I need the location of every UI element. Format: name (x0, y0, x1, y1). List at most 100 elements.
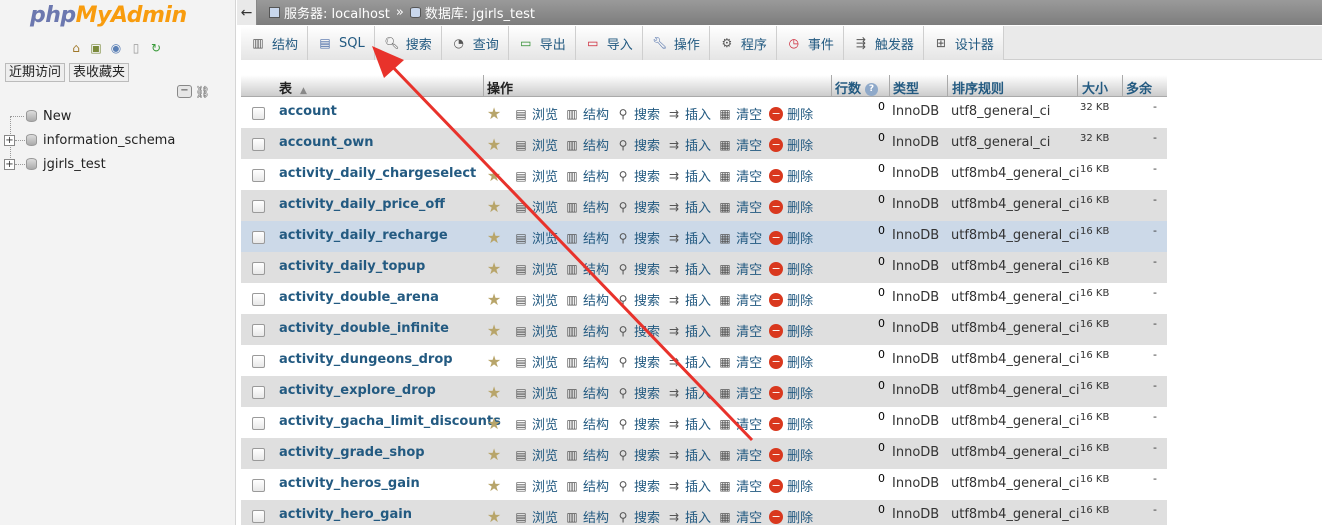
browse-action[interactable]: ▤ 浏览 (514, 321, 558, 341)
tab-routines[interactable]: ⚙ 程序 (709, 26, 777, 60)
empty-action[interactable]: ▦ 清空 (718, 507, 762, 525)
table-row[interactable]: activity_daily_price_off ★ ▤ 浏览 ▥ 结构 ⚲ 搜索 ⇉ 插入 ▦ 清空… (241, 190, 1167, 221)
table-size[interactable]: 16 KB (1080, 257, 1109, 268)
drop-action[interactable]: − 删除 (769, 352, 813, 371)
row-checkbox[interactable] (252, 231, 265, 244)
table-name-link[interactable]: activity_daily_recharge (279, 228, 448, 243)
structure-action[interactable]: ▥ 结构 (565, 104, 609, 124)
drop-action[interactable]: − 删除 (769, 197, 813, 216)
insert-action[interactable]: ⇉ 插入 (667, 476, 711, 496)
structure-action[interactable]: ▥ 结构 (565, 507, 609, 525)
structure-action[interactable]: ▥ 结构 (565, 290, 609, 310)
table-size[interactable]: 16 KB (1080, 226, 1109, 237)
table-size[interactable]: 16 KB (1080, 412, 1109, 423)
table-name-link[interactable]: activity_hero_gain (279, 507, 412, 522)
browse-action[interactable]: ▤ 浏览 (514, 135, 558, 155)
browse-action[interactable]: ▤ 浏览 (514, 414, 558, 434)
table-name-link[interactable]: activity_double_infinite (279, 321, 449, 336)
drop-action[interactable]: − 删除 (769, 228, 813, 247)
table-size[interactable]: 16 KB (1080, 195, 1109, 206)
row-checkbox[interactable] (252, 510, 265, 523)
table-size[interactable]: 16 KB (1080, 350, 1109, 361)
empty-action[interactable]: ▦ 清空 (718, 104, 762, 124)
row-checkbox[interactable] (252, 169, 265, 182)
docs-icon[interactable]: ▯ (128, 40, 144, 56)
row-checkbox[interactable] (252, 417, 265, 430)
insert-action[interactable]: ⇉ 插入 (667, 166, 711, 186)
browse-action[interactable]: ▤ 浏览 (514, 507, 558, 525)
empty-action[interactable]: ▦ 清空 (718, 445, 762, 465)
search-action[interactable]: ⚲ 搜索 (616, 104, 660, 124)
table-name-link[interactable]: activity_gacha_limit_discounts (279, 414, 501, 429)
table-row[interactable]: activity_hero_gain ★ ▤ 浏览 ▥ 结构 ⚲ 搜索 ⇉ 插入 ▦ 清空 − 删除 0 In… (241, 500, 1167, 525)
drop-action[interactable]: − 删除 (769, 414, 813, 433)
search-action[interactable]: ⚲ 搜索 (616, 228, 660, 248)
table-row[interactable]: activity_grade_shop ★ ▤ 浏览 ▥ 结构 ⚲ 搜索 ⇉ 插入 ▦ 清空 − 删除 0 I… (241, 438, 1167, 469)
favorite-star-button[interactable]: ★ (485, 229, 507, 245)
table-size[interactable]: 16 KB (1080, 474, 1109, 485)
browse-action[interactable]: ▤ 浏览 (514, 228, 558, 248)
table-row[interactable]: activity_heros_gain ★ ▤ 浏览 ▥ 结构 ⚲ 搜索 ⇉ 插入 ▦ 清空 − 删除 0 I… (241, 469, 1167, 500)
table-size[interactable]: 16 KB (1080, 443, 1109, 454)
phpmyadmin-logo[interactable]: phpMyAdmin (30, 3, 187, 28)
favorite-star-button[interactable]: ★ (485, 415, 507, 431)
favorite-star-button[interactable]: ★ (485, 136, 507, 152)
table-size[interactable]: 16 KB (1080, 505, 1109, 516)
tab-search[interactable]: 🔍︎ 搜索 (374, 26, 442, 60)
col-type[interactable]: 类型 (893, 78, 919, 97)
tab-triggers[interactable]: ⇶ 触发器 (843, 26, 924, 60)
browse-action[interactable]: ▤ 浏览 (514, 445, 558, 465)
structure-action[interactable]: ▥ 结构 (565, 383, 609, 403)
table-row[interactable]: activity_daily_recharge ★ ▤ 浏览 ▥ 结构 ⚲ 搜索 ⇉ 插入 ▦ 清空 −… (241, 221, 1167, 252)
browse-action[interactable]: ▤ 浏览 (514, 383, 558, 403)
favorite-star-button[interactable]: ★ (485, 477, 507, 493)
structure-action[interactable]: ▥ 结构 (565, 321, 609, 341)
structure-action[interactable]: ▥ 结构 (565, 414, 609, 434)
empty-action[interactable]: ▦ 清空 (718, 383, 762, 403)
structure-action[interactable]: ▥ 结构 (565, 166, 609, 186)
tab-sql[interactable]: ▤ SQL (308, 26, 375, 60)
tab-designer[interactable]: ⊞ 设计器 (923, 26, 1004, 60)
collapse-all-icon[interactable]: − (177, 85, 192, 98)
expand-icon[interactable]: + (4, 134, 15, 146)
search-action[interactable]: ⚲ 搜索 (616, 445, 660, 465)
table-size[interactable]: 16 KB (1080, 164, 1109, 175)
browse-action[interactable]: ▤ 浏览 (514, 197, 558, 217)
tab-import[interactable]: ▭ 导入 (575, 26, 643, 60)
structure-action[interactable]: ▥ 结构 (565, 476, 609, 496)
structure-action[interactable]: ▥ 结构 (565, 352, 609, 372)
insert-action[interactable]: ⇉ 插入 (667, 507, 711, 525)
table-row[interactable]: activity_double_arena ★ ▤ 浏览 ▥ 结构 ⚲ 搜索 ⇉ 插入 ▦ 清空 − 删除… (241, 283, 1167, 314)
search-action[interactable]: ⚲ 搜索 (616, 352, 660, 372)
drop-action[interactable]: − 删除 (769, 445, 813, 464)
table-row[interactable]: activity_double_infinite ★ ▤ 浏览 ▥ 结构 ⚲ 搜索 ⇉ 插入 ▦ 清空… (241, 314, 1167, 345)
row-checkbox[interactable] (252, 262, 265, 275)
table-row[interactable]: activity_daily_topup ★ ▤ 浏览 ▥ 结构 ⚲ 搜索 ⇉ 插入 ▦ 清空 − 删除 0… (241, 252, 1167, 283)
drop-action[interactable]: − 删除 (769, 135, 813, 154)
insert-action[interactable]: ⇉ 插入 (667, 383, 711, 403)
browse-action[interactable]: ▤ 浏览 (514, 290, 558, 310)
drop-action[interactable]: − 删除 (769, 507, 813, 525)
search-action[interactable]: ⚲ 搜索 (616, 476, 660, 496)
structure-action[interactable]: ▥ 结构 (565, 228, 609, 248)
drop-action[interactable]: − 删除 (769, 104, 813, 123)
search-action[interactable]: ⚲ 搜索 (616, 166, 660, 186)
structure-action[interactable]: ▥ 结构 (565, 259, 609, 279)
back-arrow-icon[interactable]: ← (237, 0, 257, 25)
favorite-star-button[interactable]: ★ (485, 353, 507, 369)
empty-action[interactable]: ▦ 清空 (718, 352, 762, 372)
table-name-link[interactable]: activity_explore_drop (279, 383, 436, 398)
table-name-link[interactable]: account (279, 104, 337, 119)
insert-action[interactable]: ⇉ 插入 (667, 352, 711, 372)
search-action[interactable]: ⚲ 搜索 (616, 383, 660, 403)
browse-action[interactable]: ▤ 浏览 (514, 166, 558, 186)
favorite-star-button[interactable]: ★ (485, 260, 507, 276)
insert-action[interactable]: ⇉ 插入 (667, 197, 711, 217)
drop-action[interactable]: − 删除 (769, 259, 813, 278)
table-row[interactable]: account ★ ▤ 浏览 ▥ 结构 ⚲ 搜索 ⇉ 插入 ▦ 清空 − 删除 0 InnoDB utf8_ge… (241, 97, 1167, 128)
breadcrumb-database[interactable]: 数据库: jgirls_test (425, 3, 535, 22)
col-overhead[interactable]: 多余 (1126, 78, 1152, 97)
logout-icon[interactable]: ▣ (88, 40, 104, 56)
drop-action[interactable]: − 删除 (769, 166, 813, 185)
home-icon[interactable]: ⌂ (68, 40, 84, 56)
